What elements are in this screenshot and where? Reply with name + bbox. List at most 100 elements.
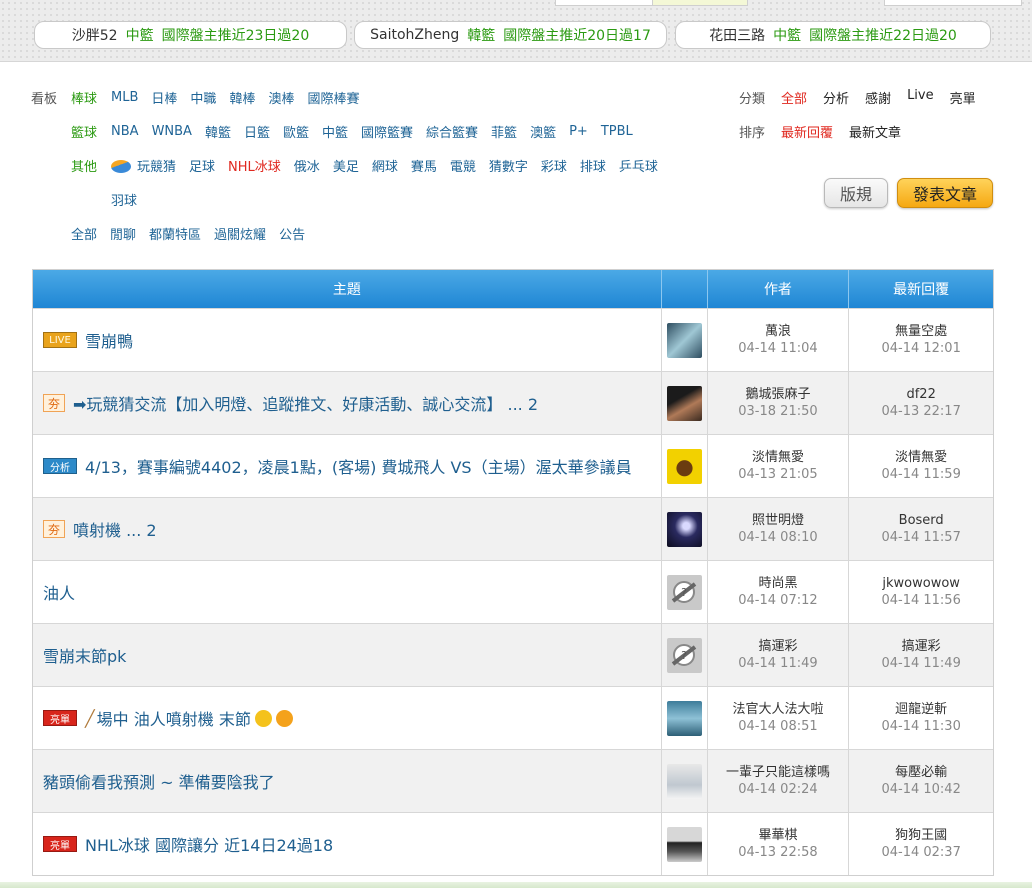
board-link[interactable]: MLB xyxy=(111,90,138,105)
classify-option-active[interactable]: 全部 xyxy=(781,88,807,107)
topic-title[interactable]: 雪崩鴨 xyxy=(85,328,133,352)
board-link[interactable]: TPBL xyxy=(601,124,633,139)
top-tab[interactable] xyxy=(884,0,1022,6)
topic-cell[interactable]: 夯 ➡玩競猜交流【加入明燈、追蹤推文、好康活動、誠心交流】 ... 2 xyxy=(33,372,662,434)
classify-option[interactable]: 分析 xyxy=(823,88,849,107)
board-link[interactable]: 全部 xyxy=(71,224,97,243)
board-link[interactable]: 日棒 xyxy=(151,88,177,107)
top-tab[interactable] xyxy=(555,0,655,6)
category-basketball[interactable]: 籃球 xyxy=(71,122,97,141)
author-name[interactable]: 淡情無愛 xyxy=(752,449,804,466)
topic-cell[interactable]: 分析 4/13，賽事編號4402，凌晨1點，(客場) 費城飛人 VS（主場）渥太… xyxy=(33,435,662,497)
avatar[interactable] xyxy=(666,700,702,736)
topic-title[interactable]: 場中 油人噴射機 末節 xyxy=(97,706,251,730)
board-link[interactable]: 乒乓球 xyxy=(619,156,658,175)
table-row[interactable]: 亮單 NHL冰球 國際讓分 近14日24過18 畢華棋 04-13 22:58 … xyxy=(33,812,993,875)
topic-title[interactable]: NHL冰球 國際讓分 近14日24過18 xyxy=(85,832,333,856)
board-link[interactable]: 賽馬 xyxy=(411,156,437,175)
avatar[interactable] xyxy=(666,385,702,421)
board-link-active[interactable]: NHL冰球 xyxy=(228,156,281,175)
avatar[interactable] xyxy=(666,763,702,799)
board-link[interactable]: 羽球 xyxy=(111,190,137,209)
default-avatar-icon[interactable]: ? xyxy=(666,637,702,673)
topic-cell[interactable]: 亮單 NHL冰球 國際讓分 近14日24過18 xyxy=(33,813,662,875)
board-link[interactable]: 電競 xyxy=(450,156,476,175)
board-link[interactable]: NBA xyxy=(111,124,139,139)
board-link[interactable]: 中籃 xyxy=(322,122,348,141)
category-baseball[interactable]: 棒球 xyxy=(71,88,97,107)
board-link[interactable]: 網球 xyxy=(372,156,398,175)
table-row[interactable]: 豬頭偷看我預測 ~ 準備要陰我了 一輩子只能這樣嗎 04-14 02:24 每壓… xyxy=(33,749,993,812)
board-link[interactable]: 韓籃 xyxy=(205,122,231,141)
avatar[interactable] xyxy=(666,826,702,862)
author-name[interactable]: 法官大人法大啦 xyxy=(732,701,823,718)
reply-name[interactable]: 每壓必輸 xyxy=(895,764,947,781)
table-row[interactable]: LIVE 雪崩鴨 萬浪 04-14 11:04 無量空處 04-14 12:01 xyxy=(33,308,993,371)
board-link[interactable]: 歐籃 xyxy=(283,122,309,141)
board-link[interactable]: 都蘭特區 xyxy=(149,224,201,243)
board-link[interactable]: 猜數字 xyxy=(489,156,528,175)
table-row[interactable]: 亮單 ╱ 場中 油人噴射機 末節 法官大人法大啦 04-14 08:51 迴龍逆… xyxy=(33,686,993,749)
board-link[interactable]: 韓棒 xyxy=(229,88,255,107)
topic-cell[interactable]: 豬頭偷看我預測 ~ 準備要陰我了 xyxy=(33,750,662,812)
board-link[interactable]: 閒聊 xyxy=(110,224,136,243)
author-name[interactable]: 萬浪 xyxy=(765,323,791,340)
table-row[interactable]: 分析 4/13，賽事編號4402，凌晨1點，(客場) 費城飛人 VS（主場）渥太… xyxy=(33,434,993,497)
board-link[interactable]: 澳棒 xyxy=(268,88,294,107)
topic-cell[interactable]: 雪崩末節pk xyxy=(33,624,662,686)
author-name[interactable]: 照世明燈 xyxy=(752,512,804,529)
topic-cell[interactable]: 夯 噴射機 ... 2 xyxy=(33,498,662,560)
topic-cell[interactable]: LIVE 雪崩鴨 xyxy=(33,309,662,371)
reply-name[interactable]: 搞運彩 xyxy=(902,638,941,655)
author-name[interactable]: 時尚黑 xyxy=(758,575,797,592)
reply-name[interactable]: 迴龍逆斬 xyxy=(895,701,947,718)
reply-name[interactable]: df22 xyxy=(906,386,935,403)
top-tab-active[interactable] xyxy=(652,0,748,6)
promo-card[interactable]: 沙胖52 中籃 國際盤主推近23日過20 xyxy=(34,21,347,49)
promo-card[interactable]: SaitohZheng 韓籃 國際盤主推近20日過17 xyxy=(354,21,667,49)
topic-title[interactable]: 油人 xyxy=(43,580,75,604)
reply-name[interactable]: 無量空處 xyxy=(895,323,947,340)
board-link[interactable]: 澳籃 xyxy=(530,122,556,141)
author-name[interactable]: 一輩子只能這樣嗎 xyxy=(726,764,830,781)
board-link[interactable]: P+ xyxy=(569,124,588,139)
topic-cell[interactable]: 油人 xyxy=(33,561,662,623)
board-link[interactable]: 綜合籃賽 xyxy=(426,122,478,141)
board-link[interactable]: 過關炫耀 xyxy=(214,224,266,243)
promo-card[interactable]: 花田三路 中籃 國際盤主推近22日過20 xyxy=(675,21,991,49)
post-article-button[interactable]: 發表文章 xyxy=(897,178,993,208)
board-link[interactable]: 公告 xyxy=(279,224,305,243)
table-row[interactable]: 夯 噴射機 ... 2 照世明燈 04-14 08:10 Boserd 04-1… xyxy=(33,497,993,560)
classify-option[interactable]: 亮單 xyxy=(950,88,976,107)
avatar[interactable] xyxy=(666,511,702,547)
author-name[interactable]: 畢華棋 xyxy=(758,827,797,844)
sort-option-active[interactable]: 最新回覆 xyxy=(781,122,833,141)
author-name[interactable]: 搞運彩 xyxy=(758,638,797,655)
board-link[interactable]: 日籃 xyxy=(244,122,270,141)
category-other[interactable]: 其他 xyxy=(71,156,97,175)
board-link[interactable]: 足球 xyxy=(189,156,215,175)
avatar[interactable] xyxy=(666,322,702,358)
topic-title[interactable]: 雪崩末節pk xyxy=(43,643,126,667)
reply-name[interactable]: jkwowowow xyxy=(882,575,960,592)
board-link[interactable]: 國際棒賽 xyxy=(307,88,359,107)
board-link[interactable]: 中職 xyxy=(190,88,216,107)
topic-title[interactable]: ➡玩競猜交流【加入明燈、追蹤推文、好康活動、誠心交流】 ... 2 xyxy=(73,391,538,415)
board-link[interactable]: 俄冰 xyxy=(294,156,320,175)
board-link[interactable]: WNBA xyxy=(152,124,192,139)
topic-cell[interactable]: 亮單 ╱ 場中 油人噴射機 末節 xyxy=(33,687,662,749)
classify-option[interactable]: Live xyxy=(907,88,934,107)
reply-name[interactable]: 狗狗王國 xyxy=(895,827,947,844)
topic-title[interactable]: 豬頭偷看我預測 ~ 準備要陰我了 xyxy=(43,769,275,793)
rules-button[interactable]: 版規 xyxy=(824,178,888,208)
board-link[interactable]: 彩球 xyxy=(541,156,567,175)
board-link[interactable]: 排球 xyxy=(580,156,606,175)
reply-name[interactable]: 淡情無愛 xyxy=(895,449,947,466)
classify-option[interactable]: 感謝 xyxy=(865,88,891,107)
table-row[interactable]: 夯 ➡玩競猜交流【加入明燈、追蹤推文、好康活動、誠心交流】 ... 2 鵝城張麻… xyxy=(33,371,993,434)
board-link[interactable]: 國際籃賽 xyxy=(361,122,413,141)
default-avatar-icon[interactable]: ? xyxy=(666,574,702,610)
table-row[interactable]: 雪崩末節pk ? 搞運彩 04-14 11:49 搞運彩 04-14 11:49 xyxy=(33,623,993,686)
topic-title[interactable]: 4/13，賽事編號4402，凌晨1點，(客場) 費城飛人 VS（主場）渥太華參議… xyxy=(85,454,632,478)
sort-option[interactable]: 最新文章 xyxy=(849,122,901,141)
